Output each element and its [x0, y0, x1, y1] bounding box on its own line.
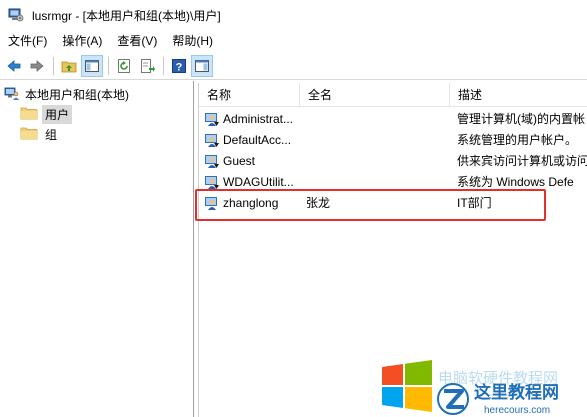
toolbar-separator: [108, 56, 109, 75]
menu-help[interactable]: 帮助(H): [164, 30, 220, 52]
table-row[interactable]: Administrat... 管理计算机(域)的内置帐: [199, 109, 587, 130]
tree-item-users-label: 用户: [42, 104, 73, 124]
tree-root-label: 本地用户和组(本地): [25, 87, 129, 102]
show-hide-action-pane-icon[interactable]: [191, 54, 213, 77]
tree-item-groups[interactable]: 组: [20, 124, 60, 144]
window-title: lusrmgr - [本地用户和组(本地)\用户]: [32, 8, 221, 23]
menu-view[interactable]: 查看(V): [109, 30, 164, 52]
user-description: 系统管理的用户帐户。: [457, 133, 578, 147]
user-fullname: [306, 130, 450, 151]
folder-icon: [20, 125, 38, 144]
menu-file[interactable]: 文件(F): [0, 30, 54, 52]
forward-arrow-icon[interactable]: [26, 55, 48, 77]
user-description: 管理计算机(域)的内置帐: [457, 112, 585, 126]
up-folder-icon[interactable]: [58, 55, 80, 77]
export-list-icon[interactable]: [136, 55, 158, 77]
column-header-name[interactable]: 名称: [199, 83, 300, 107]
column-header-description[interactable]: 描述: [450, 83, 587, 107]
user-fullname: [306, 151, 450, 172]
refresh-icon[interactable]: [113, 55, 135, 77]
show-hide-tree-icon[interactable]: [81, 54, 103, 77]
menu-bar: 文件(F) 操作(A) 查看(V) 帮助(H): [0, 30, 587, 52]
highlight-annotation: [195, 189, 546, 221]
site-logo-icon: [437, 383, 469, 415]
menu-action[interactable]: 操作(A): [54, 30, 109, 52]
title-bar: lusrmgr - [本地用户和组(本地)\用户]: [0, 0, 587, 30]
user-icon: [204, 153, 222, 174]
computer-management-icon: [8, 7, 24, 23]
watermark-en-text: herecours.com: [484, 405, 550, 416]
svg-text:?: ?: [176, 61, 183, 73]
tree-root-local-users-groups[interactable]: 本地用户和组(本地): [4, 84, 132, 104]
user-description: 供来宾访问计算机或访问: [457, 154, 587, 168]
watermark-cn-text: 这里教程网: [474, 382, 559, 403]
windows-logo-icon: [382, 360, 432, 412]
user-name: Guest: [223, 154, 256, 168]
folder-icon: [20, 105, 38, 124]
toolbar-separator: [53, 56, 54, 75]
user-icon: [204, 132, 222, 153]
toolbar: ?: [0, 52, 587, 80]
user-name: DefaultAcc...: [223, 133, 292, 147]
tree-item-users[interactable]: 用户: [20, 104, 73, 124]
user-fullname: [306, 109, 450, 130]
toolbar-separator: [163, 56, 164, 75]
back-arrow-icon[interactable]: [3, 55, 25, 77]
tree-item-groups-label: 组: [45, 127, 58, 142]
column-header-fullname[interactable]: 全名: [300, 83, 450, 107]
list-header: 名称 全名 描述: [199, 83, 587, 107]
table-row[interactable]: DefaultAcc... 系统管理的用户帐户。: [199, 130, 587, 151]
user-icon: [204, 111, 222, 132]
watermark: 电脑软硬件教程网 这里教程网 herecours.com: [380, 355, 587, 417]
help-icon[interactable]: ?: [168, 55, 190, 77]
user-name: Administrat...: [223, 112, 294, 126]
users-groups-icon: [4, 85, 20, 104]
tree-pane: 本地用户和组(本地) 用户 组: [0, 81, 194, 417]
table-row[interactable]: Guest 供来宾访问计算机或访问: [199, 151, 587, 172]
